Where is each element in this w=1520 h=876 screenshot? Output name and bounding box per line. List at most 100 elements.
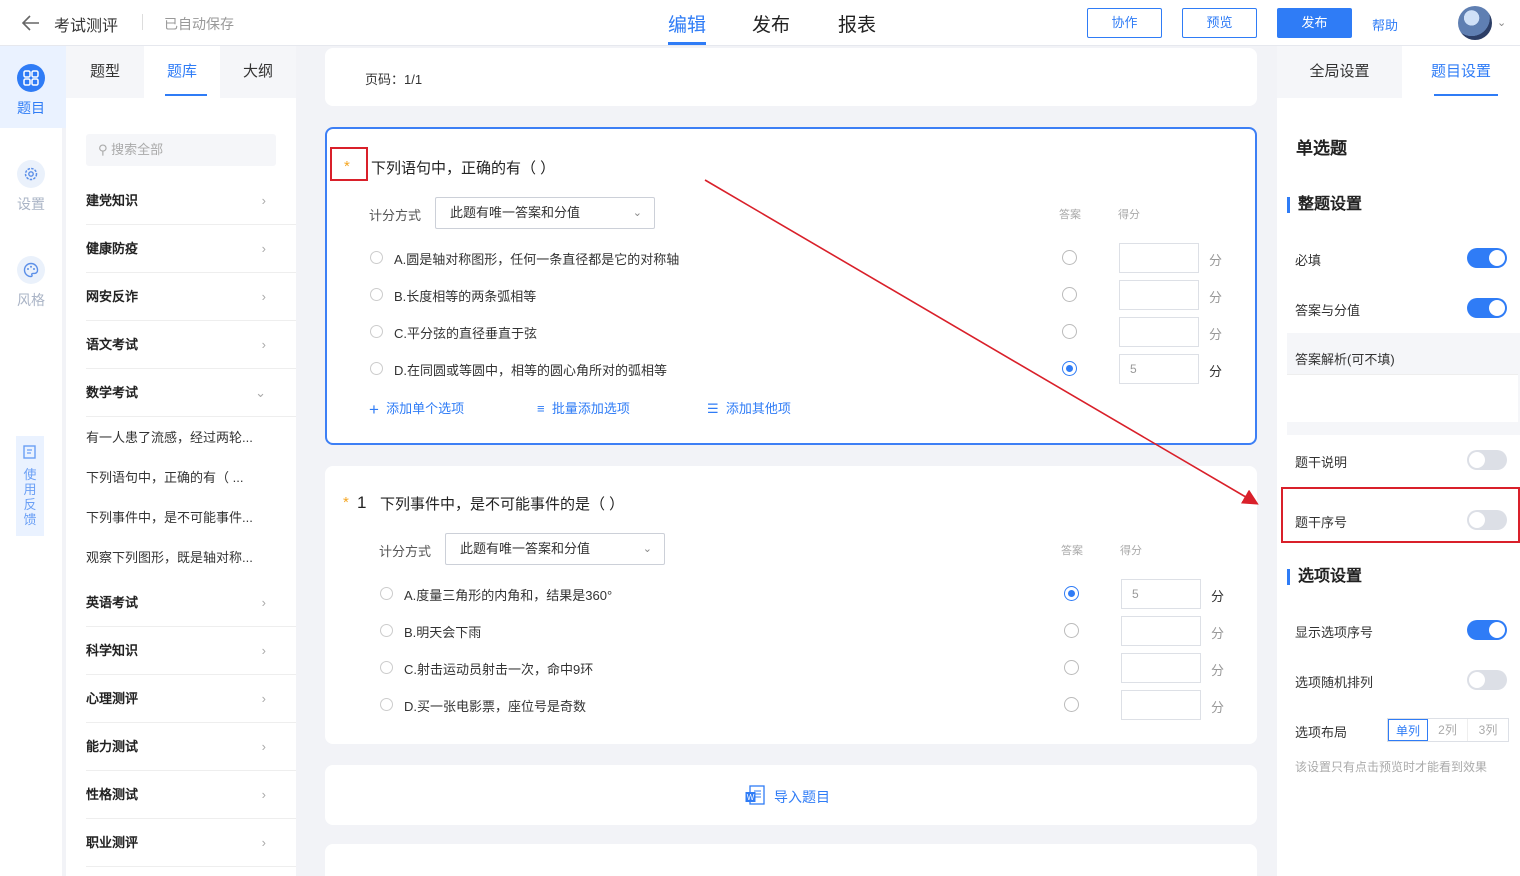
scoring-select[interactable]: 此题有唯一答案和分值 ⌄ (445, 533, 665, 565)
answer-radio-selected[interactable] (1062, 361, 1077, 376)
bank-tab-outline[interactable]: 大纲 (220, 46, 296, 98)
question-bank-panel: 题型 题库 大纲 ⚲ 搜索全部 建党知识 › 健康防疫 › 网安反诈 › 语文考试 › … (66, 46, 296, 876)
category-item[interactable]: 健康防疫 › (86, 225, 296, 273)
tab-question-settings[interactable]: 题目设置 (1402, 46, 1520, 98)
score-input[interactable] (1119, 280, 1199, 310)
chevron-down-icon[interactable]: ⌄ (1497, 16, 1506, 29)
score-input[interactable] (1121, 616, 1201, 646)
scoring-select[interactable]: 此题有唯一答案和分值 ⌄ (435, 197, 655, 229)
answer-col-header: 答案 (1061, 545, 1083, 557)
option-radio[interactable] (370, 251, 383, 264)
word-file-icon: W (745, 785, 765, 807)
bank-question-item[interactable]: 下列语句中，正确的有（ ... (86, 458, 276, 498)
category-item[interactable]: 心理测评 › (86, 675, 296, 723)
option-radio[interactable] (380, 624, 393, 637)
option-radio[interactable] (380, 661, 393, 674)
answer-radio[interactable] (1064, 660, 1079, 675)
answer-score-toggle[interactable] (1467, 298, 1507, 318)
add-other-option-button[interactable]: ☰ 添加其他项 (707, 398, 791, 417)
layout-single-column[interactable]: 单列 (1388, 719, 1428, 741)
answer-radio[interactable] (1064, 623, 1079, 638)
category-item[interactable]: 语文考试 › (86, 321, 296, 369)
required-toggle[interactable] (1467, 248, 1507, 268)
layout-two-columns[interactable]: 2列 (1428, 719, 1468, 741)
option-text[interactable]: C.射击运动员射击一次，命中9环 (404, 659, 593, 678)
required-star: * (343, 494, 349, 511)
category-item-expanded[interactable]: 数学考试 ⌄ (86, 369, 296, 417)
publish-button[interactable]: 发布 (1277, 8, 1352, 38)
show-option-number-label: 显示选项序号 (1295, 625, 1374, 640)
tab-report[interactable]: 报表 (838, 10, 876, 37)
option-text[interactable]: B.长度相等的两条弧相等 (394, 286, 536, 305)
add-single-option-button[interactable]: + 添加单个选项 (369, 398, 464, 420)
option-radio[interactable] (380, 698, 393, 711)
bank-question-item[interactable]: 观察下列图形，既是轴对称... (86, 538, 276, 578)
rail-item-style[interactable]: 风格 (0, 256, 62, 310)
answer-radio[interactable] (1062, 324, 1077, 339)
score-input[interactable] (1119, 243, 1199, 273)
bank-question-item[interactable]: 有一人患了流感，经过两轮... (86, 418, 276, 458)
question-title[interactable]: 下列事件中，是不可能事件的是（ ） (380, 493, 624, 514)
score-unit: 分 (1209, 327, 1223, 342)
question-title[interactable]: 下列语句中，正确的有（ ） (371, 157, 555, 178)
category-item[interactable]: 网安反诈 › (86, 273, 296, 321)
option-text[interactable]: D.在同圆或等圆中，相等的圆心角所对的弧相等 (394, 360, 667, 379)
answer-radio[interactable] (1062, 287, 1077, 302)
feedback-button[interactable]: 使用反馈 (16, 436, 44, 536)
option-text[interactable]: D.买一张电影票，座位号是奇数 (404, 696, 586, 715)
search-input[interactable]: ⚲ 搜索全部 (86, 134, 276, 166)
score-input[interactable]: 5 (1119, 354, 1199, 384)
analysis-textarea[interactable] (1287, 374, 1518, 422)
score-unit: 分 (1209, 364, 1223, 379)
grid-icon (17, 64, 45, 92)
layout-three-columns[interactable]: 3列 (1468, 719, 1508, 741)
rail-item-questions[interactable]: 题目 (0, 64, 62, 118)
category-item[interactable]: 职业测评 › (86, 819, 296, 867)
category-item[interactable]: 能力测试 › (86, 723, 296, 771)
answer-radio[interactable] (1062, 250, 1077, 265)
option-radio[interactable] (370, 288, 383, 301)
score-input[interactable] (1119, 317, 1199, 347)
rail-item-settings[interactable]: 设置 (0, 160, 62, 214)
score-input[interactable] (1121, 690, 1201, 720)
batch-add-options-button[interactable]: ≡ 批量添加选项 (537, 398, 630, 417)
bank-tab-types[interactable]: 题型 (66, 46, 144, 98)
collab-button[interactable]: 协作 (1087, 8, 1162, 38)
option-radio[interactable] (380, 587, 393, 600)
category-item[interactable]: 性格测试 › (86, 771, 296, 819)
top-bar: 考试测评 已自动保存 编辑 发布 报表 协作 预览 发布 帮助 ⌄ (0, 0, 1520, 46)
show-option-number-toggle[interactable] (1467, 620, 1507, 640)
category-item[interactable]: 建党知识 › (86, 177, 296, 225)
category-item[interactable]: 科学知识 › (86, 627, 296, 675)
answer-radio[interactable] (1064, 697, 1079, 712)
bank-tabs: 题型 题库 大纲 (66, 46, 296, 98)
option-radio[interactable] (370, 325, 383, 338)
bank-tab-library[interactable]: 题库 (144, 46, 220, 98)
help-link[interactable]: 帮助 (1372, 15, 1398, 34)
edit-icon (23, 445, 36, 459)
score-unit: 分 (1211, 663, 1225, 678)
arrow-left-icon[interactable] (20, 12, 42, 34)
option-radio[interactable] (370, 362, 383, 375)
stem-desc-toggle[interactable] (1467, 450, 1507, 470)
rail-label: 风格 (17, 292, 45, 308)
option-text[interactable]: A.圆是轴对称图形，任何一条直径都是它的对称轴 (394, 249, 679, 268)
avatar[interactable] (1458, 6, 1492, 40)
preview-button[interactable]: 预览 (1182, 8, 1257, 38)
score-input[interactable] (1121, 653, 1201, 683)
tab-edit[interactable]: 编辑 (668, 10, 706, 37)
import-questions-button[interactable]: 导入题目 (774, 787, 830, 807)
option-text[interactable]: B.明天会下雨 (404, 622, 481, 641)
random-order-toggle[interactable] (1467, 670, 1507, 690)
tab-publish[interactable]: 发布 (752, 10, 790, 37)
option-text[interactable]: A.度量三角形的内角和，结果是360° (404, 585, 612, 604)
option-text[interactable]: C.平分弦的直径垂直于弦 (394, 323, 537, 342)
annotation-box (1281, 487, 1520, 543)
answer-radio-selected[interactable] (1064, 586, 1079, 601)
tab-global-settings[interactable]: 全局设置 (1277, 46, 1402, 98)
palette-icon (17, 256, 45, 284)
score-input[interactable]: 5 (1121, 579, 1201, 609)
search-placeholder: 搜索全部 (111, 142, 164, 157)
category-item[interactable]: 英语考试 › (86, 579, 296, 627)
bank-question-item[interactable]: 下列事件中，是不可能事件... (86, 498, 276, 538)
